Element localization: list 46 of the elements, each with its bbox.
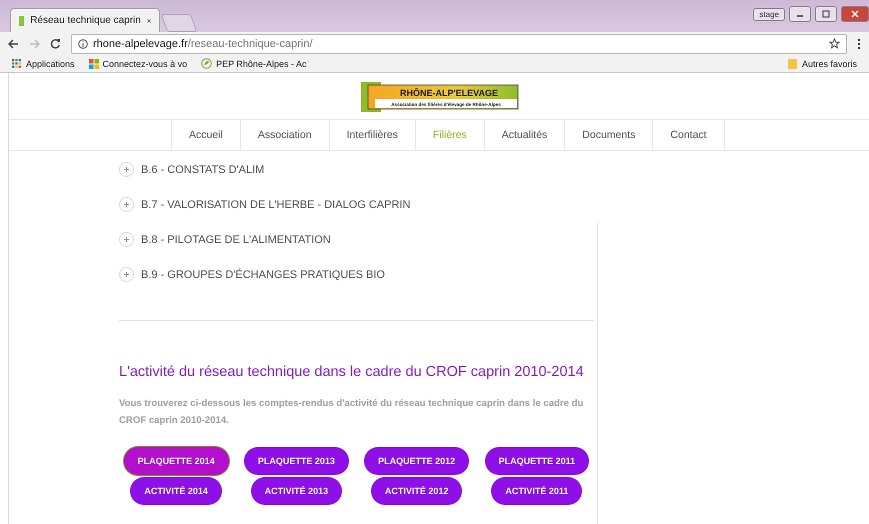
nav-link[interactable]: Contact	[653, 120, 725, 150]
maximize-icon	[822, 10, 830, 18]
close-icon	[851, 10, 859, 18]
favicon-icon	[19, 16, 24, 26]
maximize-button[interactable]	[815, 6, 837, 22]
bookmark-folder[interactable]: Autres favoris	[788, 58, 857, 69]
nav-link[interactable]: Association	[240, 120, 330, 150]
star-icon[interactable]	[829, 38, 840, 49]
download-button[interactable]: ACTIVITÉ 2011	[491, 477, 582, 505]
leaf-circle-icon	[201, 58, 212, 69]
apps-grid-icon	[12, 58, 22, 68]
close-icon[interactable]	[146, 16, 151, 24]
expand-plus-icon[interactable]	[119, 232, 134, 247]
accordion-title[interactable]: B.6 - CONSTATS D'ALIM	[141, 164, 264, 176]
section-heading: L'activité du réseau technique dans le cadre du CROF caprin 2010-2014	[119, 363, 585, 381]
info-icon[interactable]	[78, 38, 88, 48]
profile-button[interactable]: stage	[753, 8, 785, 20]
menu-icon[interactable]	[857, 38, 861, 50]
expand-plus-icon[interactable]	[119, 162, 134, 177]
download-button[interactable]: PLAQUETTE 2011	[484, 447, 590, 475]
download-button[interactable]: PLAQUETTE 2012	[364, 447, 470, 475]
nav-link[interactable]: Accueil	[171, 120, 241, 150]
bookmark-link[interactable]: Connectez-vous à vo	[88, 58, 188, 68]
address-field[interactable]: rhone-alpelevage.fr/reseau-technique-caprin/	[71, 34, 847, 54]
back-arrow-icon[interactable]	[8, 38, 19, 48]
close-window-button[interactable]	[841, 6, 869, 22]
accordion-title[interactable]: B.9 - GROUPES D'ÉCHANGES PRATIQUES BIO	[141, 268, 385, 280]
download-button[interactable]: ACTIVITÉ 2014	[130, 477, 222, 505]
folder-icon	[788, 58, 798, 69]
intro-paragraph: Vous trouverez ci-dessous les comptes-rendus d'activité du réseau technique caprin dans le cadre du CROF caprin 2010-2014.	[119, 397, 584, 428]
bookmark-link[interactable]: Applications	[12, 58, 75, 68]
four-squares-icon	[88, 58, 99, 68]
download-button[interactable]: PLAQUETTE 2013	[244, 447, 349, 475]
bookmark-link[interactable]: PEP Rhône-Alpes - Ac	[201, 58, 306, 69]
reload-icon[interactable]	[50, 38, 61, 49]
accordion-title[interactable]: B.8 - PILOTAGE DE L'ALIMENTATION	[141, 234, 331, 246]
nav-link[interactable]: Actualités	[484, 120, 566, 150]
expand-plus-icon[interactable]	[119, 197, 134, 212]
accordion-title[interactable]: B.7 - VALORISATION DE L'HERBE - DIALOG CAPRIN	[141, 198, 410, 210]
download-button[interactable]: ACTIVITÉ 2012	[370, 477, 462, 505]
download-button[interactable]: PLAQUETTE 2014	[124, 447, 229, 475]
expand-plus-icon[interactable]	[119, 267, 134, 282]
nav-link[interactable]: Documents	[565, 120, 654, 150]
browser-tab[interactable]: Réseau technique caprin	[10, 8, 160, 32]
download-button[interactable]: ACTIVITÉ 2013	[250, 477, 342, 505]
nav-link[interactable]: Interfilières	[330, 120, 416, 150]
